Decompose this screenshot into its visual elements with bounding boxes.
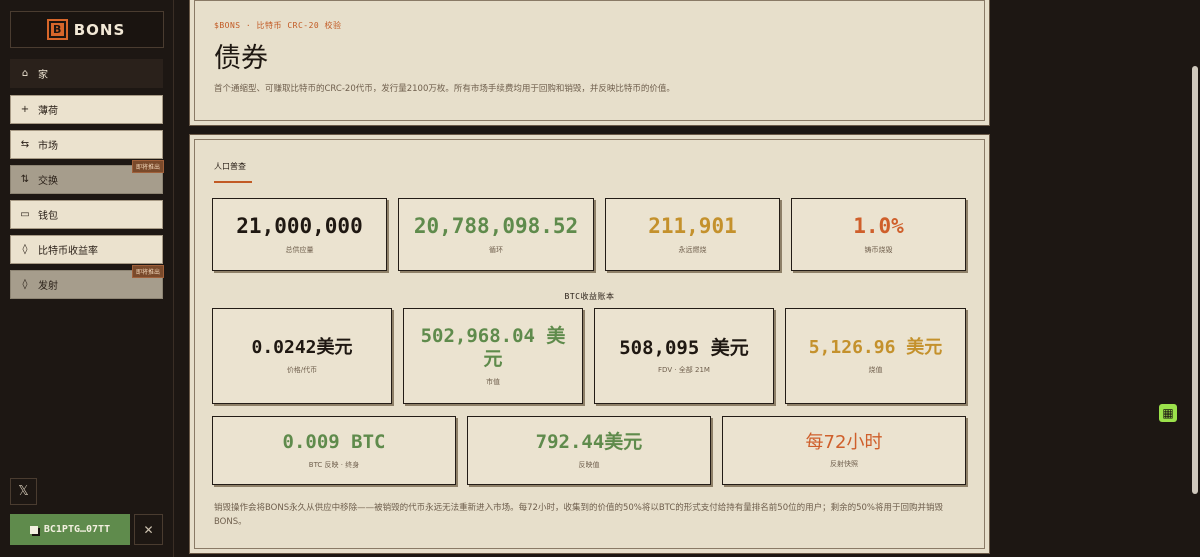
sidebar-item-home[interactable]: ⌂ 家 [10, 59, 163, 88]
sidebar-item-label: 比特币收益率 [38, 246, 98, 257]
page-description: 首个通缩型、可赚取比特币的CRC-20代币，发行量2100万枚。所有市场手续费均… [214, 84, 675, 94]
flame-icon: ◊ [22, 279, 28, 290]
sidebar-item-label: 薄荷 [38, 106, 58, 117]
tab-underline [214, 181, 252, 183]
stat-label: 永远燃烧 [678, 246, 707, 255]
stat-label: 价格/代币 [286, 365, 318, 374]
logo-text: BONS [73, 20, 126, 39]
sidebar-item-mint[interactable]: + 薄荷 [10, 95, 163, 124]
census-panel: 人口普查 21,000,000 总供应量 20,788,098.52 循环 21… [189, 134, 990, 554]
stat-label: 市值 [486, 377, 500, 386]
wallet-address: BC1PTG…07TT [43, 524, 111, 535]
stat-card-price: 0.0242美元 价格/代币 [212, 308, 392, 404]
stat-value: 每72小时 [805, 431, 883, 453]
grid-widget-icon: ▦ [1162, 406, 1174, 420]
stat-label: FDV · 全部 21M [658, 366, 710, 375]
stat-card-burned-forever: 211,901 永远燃烧 [605, 198, 780, 271]
coming-soon-badge: 即将推出 [131, 265, 164, 278]
logo-mark-icon: B [46, 19, 68, 40]
stat-label: 反射快照 [830, 460, 858, 469]
plus-icon: + [20, 104, 30, 115]
stat-label: 铸币烧毁 [864, 246, 893, 255]
stat-card-btc-reflected: 0.009 BTC BTC 反映 · 终身 [212, 416, 456, 485]
stat-card-reflection-snapshot: 每72小时 反射快照 [722, 416, 966, 485]
stat-label: 总供应量 [285, 246, 314, 255]
burn-explanation: 销毁操作会将BONS永久从供应中移除——被销毁的代币永远无法重新进入市场。每72… [214, 503, 944, 528]
disconnect-wallet-button[interactable]: ✕ [134, 514, 163, 545]
scrollbar-thumb[interactable] [1192, 66, 1198, 494]
swap-vertical-icon: ⇅ [20, 174, 30, 185]
sidebar-item-wallet[interactable]: ▭ 钱包 [10, 200, 163, 229]
stat-card-circulating: 20,788,098.52 循环 [398, 198, 594, 271]
sidebar-item-label: 钱包 [38, 211, 58, 222]
stat-label: 反映值 [578, 460, 600, 469]
sidebar: B BONS ⌂ 家 + 薄荷 ⇆ 市场 ⇅ 交换 即将推出 ▭ 钱包 ◊ 比特… [0, 0, 174, 557]
droplet-icon: ◊ [22, 244, 28, 255]
panel-border [194, 0, 985, 121]
arrows-horizontal-icon: ⇆ [20, 139, 30, 150]
sidebar-item-market[interactable]: ⇆ 市场 [10, 130, 163, 159]
sidebar-item-label: 发射 [38, 281, 58, 292]
logo[interactable]: B BONS [10, 11, 164, 48]
x-logo-icon: 𝕏 [18, 484, 29, 499]
stat-label: 烧值 [868, 365, 883, 374]
x-social-button[interactable]: 𝕏 [10, 478, 37, 505]
stat-card-reflected-value: 792.44美元 反映值 [467, 416, 711, 485]
stat-value: 1.0% [853, 213, 904, 238]
sidebar-item-btc-yield[interactable]: ◊ 比特币收益率 [10, 235, 163, 264]
sidebar-item-label: 交换 [38, 176, 58, 187]
floating-widget-button[interactable]: ▦ [1159, 404, 1177, 422]
sidebar-item-label: 市场 [38, 141, 58, 152]
section-title-btc-ledger: BTC收益账本 [564, 292, 615, 301]
connected-wallet-button[interactable]: BC1PTG…07TT [10, 514, 130, 545]
stat-card-total-supply: 21,000,000 总供应量 [212, 198, 387, 271]
wallet-icon: ▭ [20, 209, 30, 220]
tab-census[interactable]: 人口普查 [214, 161, 246, 172]
stat-value: 0.009 BTC [282, 431, 386, 454]
sidebar-item-swap[interactable]: ⇅ 交换 即将推出 [10, 160, 164, 194]
stat-card-mint-burn: 1.0% 铸币烧毁 [791, 198, 966, 271]
header-panel: $BONS · 比特币 CRC-20 校验 债券 首个通缩型、可赚取比特币的CR… [189, 0, 990, 126]
stat-value: 508,095 美元 [619, 336, 749, 359]
sidebar-item-label: 家 [38, 70, 48, 81]
stat-card-fdv: 508,095 美元 FDV · 全部 21M [594, 308, 774, 404]
stat-value: 5,126.96 美元 [808, 337, 943, 359]
stat-value: 211,901 [648, 213, 737, 238]
page-scrollbar[interactable] [1190, 0, 1200, 557]
wallet-status-icon [29, 525, 38, 534]
stat-card-market-cap: 502,968.04 美元 市值 [403, 308, 583, 404]
sidebar-item-launch[interactable]: ◊ 发射 即将推出 [10, 265, 164, 299]
header-kicker: $BONS · 比特币 CRC-20 校验 [214, 21, 342, 30]
stat-label: BTC 反映 · 终身 [308, 460, 360, 469]
stat-value: 502,968.04 美元 [420, 325, 566, 370]
stat-label: 循环 [489, 246, 503, 255]
stat-value: 21,000,000 [236, 213, 363, 238]
home-icon: ⌂ [21, 68, 29, 79]
coming-soon-badge: 即将推出 [131, 160, 164, 173]
page-title: 债券 [214, 43, 268, 74]
close-icon: ✕ [143, 522, 154, 537]
stat-value: 792.44美元 [535, 431, 643, 454]
stat-value: 0.0242美元 [251, 337, 353, 359]
stat-card-burn-value: 5,126.96 美元 烧值 [785, 308, 966, 404]
stat-value: 20,788,098.52 [413, 213, 579, 238]
